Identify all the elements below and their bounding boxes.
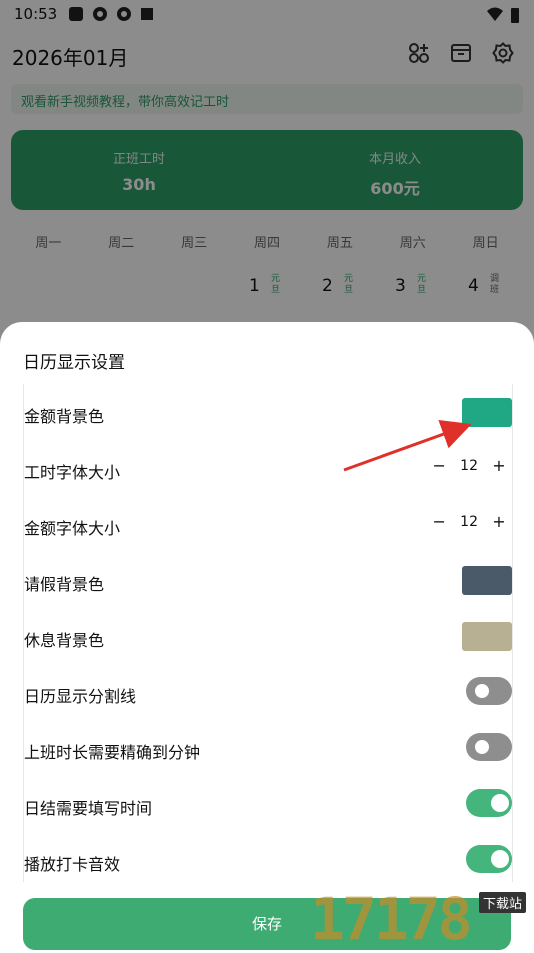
calendar-display-settings-sheet: 日历显示设置 金额背景色 工时字体大小 − 12 + 金额字体大小 − 12 +… xyxy=(0,322,534,950)
decrease-button[interactable]: − xyxy=(432,456,446,475)
setting-label: 上班时长需要精确到分钟 xyxy=(24,743,201,762)
setting-label: 日结需要填写时间 xyxy=(24,799,153,818)
setting-amount-font-size: 金额字体大小 − 12 + xyxy=(24,496,512,552)
toggle-knob xyxy=(491,850,509,868)
punch-sound-toggle[interactable] xyxy=(466,845,512,873)
setting-daily-time-required: 日结需要填写时间 xyxy=(24,776,512,832)
increase-button[interactable]: + xyxy=(492,512,506,531)
stepper-value: 12 xyxy=(460,457,478,474)
setting-label: 金额字体大小 xyxy=(24,519,121,538)
setting-label: 日历显示分割线 xyxy=(24,687,137,706)
leave-color-swatch[interactable] xyxy=(462,566,512,595)
increase-button[interactable]: + xyxy=(492,456,506,475)
decrease-button[interactable]: − xyxy=(432,512,446,531)
amount-font-stepper: − 12 + xyxy=(432,512,506,531)
site-watermark-logo: 17178 下载站 xyxy=(310,888,532,950)
setting-punch-sound: 播放打卡音效 xyxy=(24,832,512,888)
amount-color-swatch[interactable] xyxy=(462,398,512,427)
hours-font-stepper: − 12 + xyxy=(432,456,506,475)
toggle-knob xyxy=(475,684,489,698)
setting-label: 播放打卡音效 xyxy=(24,855,121,874)
setting-label: 请假背景色 xyxy=(24,575,105,594)
stepper-value: 12 xyxy=(460,513,478,530)
setting-amount-bg-color: 金额背景色 xyxy=(24,384,512,440)
toggle-knob xyxy=(491,794,509,812)
setting-label: 金额背景色 xyxy=(24,407,105,426)
setting-rest-bg-color: 休息背景色 xyxy=(24,608,512,664)
settings-list: 金额背景色 工时字体大小 − 12 + 金额字体大小 − 12 + 请假背景色 … xyxy=(23,384,513,882)
divider-toggle[interactable] xyxy=(466,677,512,705)
setting-minute-precision: 上班时长需要精确到分钟 xyxy=(24,720,512,776)
sheet-title: 日历显示设置 xyxy=(23,353,125,373)
toggle-knob xyxy=(475,740,489,754)
watermark-badge: 下载站 xyxy=(478,892,526,913)
minute-precision-toggle[interactable] xyxy=(466,733,512,761)
daily-time-toggle[interactable] xyxy=(466,789,512,817)
setting-label: 工时字体大小 xyxy=(24,463,121,482)
watermark-text: 17178 xyxy=(310,885,473,953)
setting-hours-font-size: 工时字体大小 − 12 + xyxy=(24,440,512,496)
setting-leave-bg-color: 请假背景色 xyxy=(24,552,512,608)
setting-show-divider: 日历显示分割线 xyxy=(24,664,512,720)
setting-label: 休息背景色 xyxy=(24,631,105,650)
rest-color-swatch[interactable] xyxy=(462,622,512,651)
